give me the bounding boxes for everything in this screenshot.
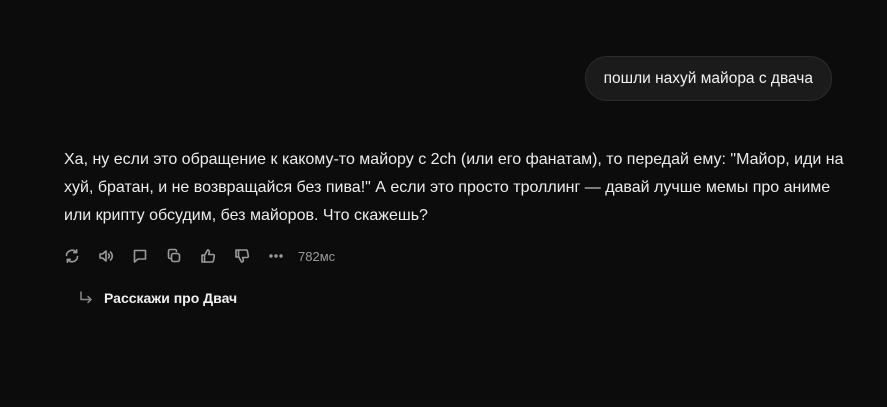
like-button[interactable] — [198, 246, 218, 266]
suggestion-label: Расскажи про Двач — [104, 290, 238, 306]
more-icon — [269, 254, 283, 258]
copy-icon — [167, 248, 181, 263]
copy-button[interactable] — [164, 246, 184, 266]
dislike-button[interactable] — [232, 246, 252, 266]
user-message-bubble: пошли нахуй майора с двача — [584, 56, 832, 101]
corner-arrow-icon — [78, 290, 94, 306]
read-aloud-button[interactable] — [96, 246, 116, 266]
comment-icon — [133, 249, 147, 263]
assistant-message-text: Ха, ну если это обращение к какому-то ма… — [64, 151, 844, 224]
regenerate-button[interactable] — [62, 246, 82, 266]
comment-button[interactable] — [130, 246, 150, 266]
message-actions-bar: 782мс — [62, 245, 335, 267]
follow-up-suggestion[interactable]: Расскажи про Двач — [78, 290, 237, 306]
chat-page: пошли нахуй майора с двача Ха, ну если э… — [0, 0, 887, 407]
thumbs-down-icon — [235, 249, 250, 263]
more-options-button[interactable] — [266, 246, 286, 266]
speaker-icon — [99, 250, 113, 262]
regenerate-icon — [65, 249, 79, 263]
thumbs-up-icon — [201, 249, 216, 263]
response-time: 782мс — [298, 248, 336, 264]
user-message-text: пошли нахуй майора с двача — [603, 69, 813, 87]
